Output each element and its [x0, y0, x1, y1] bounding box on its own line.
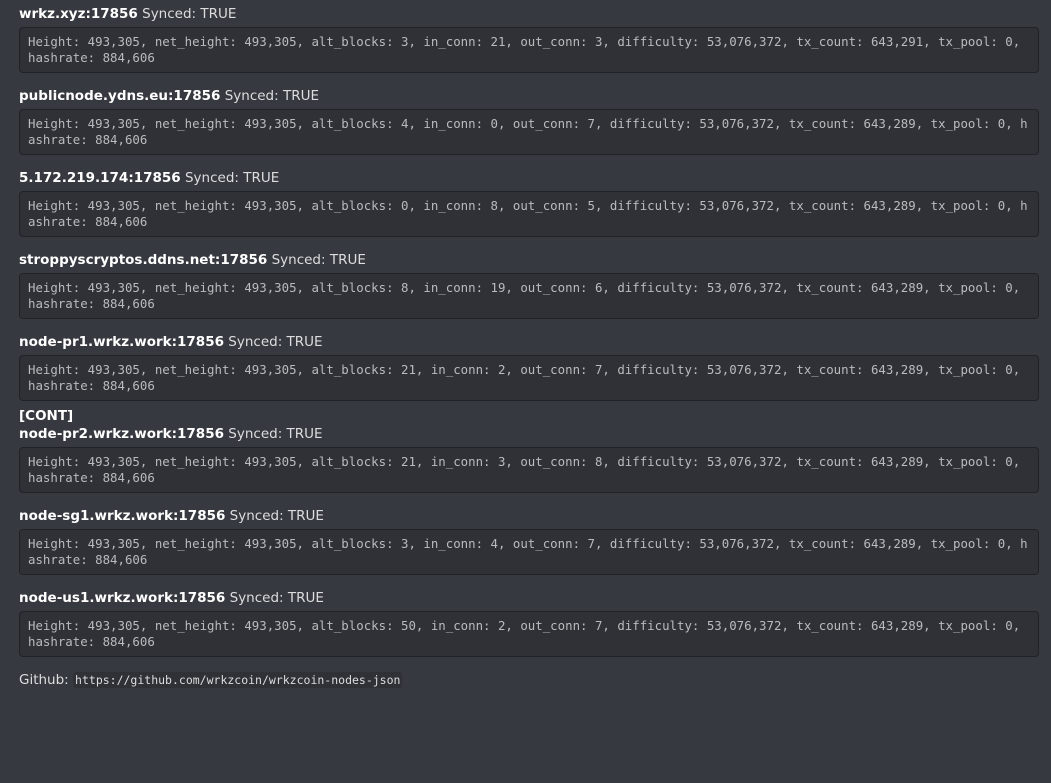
node-sync-status: Synced: TRUE [142, 6, 237, 22]
node-host: 5.172.219.174:17856 [19, 170, 181, 186]
node-header: node-pr1.wrkz.work:17856 Synced: TRUE [19, 333, 1039, 351]
message-content: wrkz.xyz:17856 Synced: TRUE Height: 493,… [0, 0, 1051, 783]
node-sync-status: Synced: TRUE [224, 88, 319, 104]
node-host: node-pr1.wrkz.work:17856 [19, 334, 224, 350]
node-host: publicnode.ydns.eu:17856 [19, 88, 221, 104]
node-sync-status: Synced: TRUE [271, 252, 366, 268]
footer-line: Github: https://github.com/wrkzcoin/wrkz… [19, 671, 1039, 689]
node-info-codeblock: Height: 493,305, net_height: 493,305, al… [19, 447, 1039, 493]
node-header: node-sg1.wrkz.work:17856 Synced: TRUE [19, 507, 1039, 525]
node-header: wrkz.xyz:17856 Synced: TRUE [19, 5, 1039, 23]
node-host: node-sg1.wrkz.work:17856 [19, 508, 226, 524]
node-sync-status: Synced: TRUE [228, 334, 323, 350]
node-sync-status: Synced: TRUE [229, 508, 324, 524]
node-sync-status: Synced: TRUE [228, 426, 323, 442]
node-sync-status: Synced: TRUE [229, 590, 324, 606]
node-host: node-us1.wrkz.work:17856 [19, 590, 226, 606]
node-header: 5.172.219.174:17856 Synced: TRUE [19, 169, 1039, 187]
node-host: node-pr2.wrkz.work:17856 [19, 426, 224, 442]
node-info-codeblock: Height: 493,305, net_height: 493,305, al… [19, 611, 1039, 657]
node-entry: 5.172.219.174:17856 Synced: TRUE Height:… [19, 169, 1039, 237]
node-info-codeblock: Height: 493,305, net_height: 493,305, al… [19, 355, 1039, 401]
node-info-codeblock: Height: 493,305, net_height: 493,305, al… [19, 109, 1039, 155]
node-entry: node-pr1.wrkz.work:17856 Synced: TRUE He… [19, 333, 1039, 401]
node-entry: node-sg1.wrkz.work:17856 Synced: TRUE He… [19, 507, 1039, 575]
node-entry: node-pr2.wrkz.work:17856 Synced: TRUE He… [19, 425, 1039, 493]
node-header: publicnode.ydns.eu:17856 Synced: TRUE [19, 87, 1039, 105]
node-entry: node-us1.wrkz.work:17856 Synced: TRUE He… [19, 589, 1039, 657]
github-link[interactable]: https://github.com/wrkzcoin/wrkzcoin-nod… [73, 672, 403, 688]
node-header: node-pr2.wrkz.work:17856 Synced: TRUE [19, 425, 1039, 443]
node-entry: publicnode.ydns.eu:17856 Synced: TRUE He… [19, 87, 1039, 155]
node-header: node-us1.wrkz.work:17856 Synced: TRUE [19, 589, 1039, 607]
node-host: wrkz.xyz:17856 [19, 6, 138, 22]
cont-marker: [CONT] [19, 408, 74, 424]
node-info-codeblock: Height: 493,305, net_height: 493,305, al… [19, 529, 1039, 575]
node-entry: wrkz.xyz:17856 Synced: TRUE Height: 493,… [19, 5, 1039, 73]
node-header: stroppyscryptos.ddns.net:17856 Synced: T… [19, 251, 1039, 269]
github-label: Github: [19, 672, 69, 688]
node-info-codeblock: Height: 493,305, net_height: 493,305, al… [19, 27, 1039, 73]
node-info-codeblock: Height: 493,305, net_height: 493,305, al… [19, 191, 1039, 237]
node-sync-status: Synced: TRUE [184, 170, 280, 186]
node-info-codeblock: Height: 493,305, net_height: 493,305, al… [19, 273, 1039, 319]
node-entry: stroppyscryptos.ddns.net:17856 Synced: T… [19, 251, 1039, 319]
node-host: stroppyscryptos.ddns.net:17856 [19, 252, 268, 268]
